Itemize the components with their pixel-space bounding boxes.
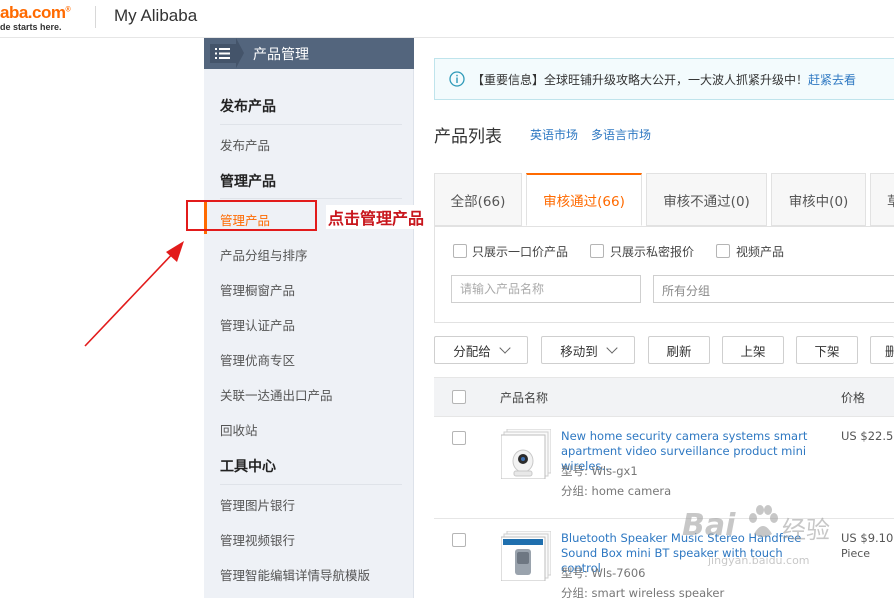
assign-to-button[interactable]: 分配给 (434, 336, 528, 364)
sidebar-item-premium-zone[interactable]: 管理优商专区 (220, 350, 295, 369)
header-arrow-shape (236, 38, 244, 68)
column-price[interactable]: 价格 (841, 389, 865, 406)
sidebar-item-showcase[interactable]: 管理橱窗产品 (220, 280, 295, 299)
header-divider (95, 6, 96, 28)
product-thumbnail-camera[interactable] (501, 429, 551, 479)
alibaba-logo[interactable]: aba.com® de starts here. (0, 3, 84, 33)
tab-draft[interactable]: 草 (870, 173, 894, 226)
product-group: 分组: home camera (561, 484, 672, 498)
watermark-cn: 经验 (782, 516, 830, 544)
delete-button[interactable]: 删 (870, 336, 894, 364)
product-price: US $22.50 (841, 429, 894, 443)
english-market-link[interactable]: 英语市场 (530, 126, 578, 143)
table-header: 产品名称 价格 (434, 377, 894, 417)
checkbox-private-quote[interactable] (590, 244, 604, 258)
column-product-name[interactable]: 产品名称 (500, 389, 548, 406)
multilang-market-link[interactable]: 多语言市场 (591, 126, 651, 143)
sidebar-item-export-link[interactable]: 关联一达通出口产品 (220, 385, 333, 404)
tab-rejected[interactable]: 审核不通过(0) (646, 173, 767, 226)
annotation-arrow-icon (84, 241, 184, 347)
checkbox-label: 只展示私密报价 (610, 245, 695, 259)
product-thumbnail-speaker[interactable] (501, 531, 551, 581)
paw-icon (749, 505, 778, 537)
product-model: 型号: Wls-7606 (561, 566, 646, 580)
off-shelf-button[interactable]: 下架 (796, 336, 858, 364)
move-to-button[interactable]: 移动到 (541, 336, 635, 364)
sidebar-item-video-bank[interactable]: 管理视频银行 (220, 530, 295, 549)
move-label: 移动到 (560, 343, 598, 359)
group-select[interactable]: 所有分组 (653, 275, 894, 303)
logo-tagline: de starts here. (0, 22, 62, 32)
price-unit: Piece (841, 547, 871, 560)
sidebar-item-certified[interactable]: 管理认证产品 (220, 315, 295, 334)
tab-all[interactable]: 全部(66) (434, 173, 522, 226)
product-name-input[interactable] (451, 275, 641, 303)
assign-label: 分配给 (453, 343, 491, 359)
sidebar-item-image-bank[interactable]: 管理图片银行 (220, 495, 295, 514)
page-title[interactable]: My Alibaba (114, 6, 197, 26)
tab-pending[interactable]: 审核中(0) (771, 173, 866, 226)
section-tools-title: 工具中心 (220, 459, 276, 475)
baidu-watermark: Bai 经验 jingyan.baidu.com (668, 500, 838, 580)
sidebar-item-recycle-bin[interactable]: 回收站 (220, 420, 258, 439)
notice-link[interactable]: 赶紧去看 (808, 73, 856, 87)
sidebar-item-group-sort[interactable]: 产品分组与排序 (220, 245, 308, 264)
tab-approved[interactable]: 审核通过(66) (526, 173, 642, 226)
top-header: aba.com® de starts here. My Alibaba (0, 0, 894, 38)
row-checkbox[interactable] (452, 431, 466, 445)
sidebar-header[interactable]: 产品管理 (204, 38, 414, 69)
chevron-down-icon (606, 341, 618, 354)
sidebar: 产品管理 发布产品 发布产品 管理产品 管理产品 产品分组与排序 管理橱窗产品 … (204, 38, 414, 598)
select-all-checkbox[interactable] (452, 390, 466, 404)
info-icon (449, 71, 465, 87)
notice-message: 【重要信息】全球旺铺升级攻略大公开，一大波人抓紧升级中！ (472, 73, 809, 87)
product-price: US $9.10 (841, 531, 894, 545)
annotation-highlight-box (186, 200, 317, 231)
product-list-title: 产品列表 (434, 127, 502, 147)
chevron-down-icon (499, 341, 511, 354)
notice-banner: 【重要信息】全球旺铺升级攻略大公开，一大波人抓紧升级中！赶紧去看 (434, 58, 894, 100)
product-group: 分组: smart wireless speaker (561, 586, 725, 598)
product-model: 型号: Wls-gx1 (561, 464, 638, 478)
refresh-button[interactable]: 刷新 (648, 336, 710, 364)
watermark-url: jingyan.baidu.com (708, 554, 810, 567)
checkbox-video-product[interactable] (716, 244, 730, 258)
logo-text: aba (0, 3, 28, 22)
divider (220, 124, 402, 125)
sidebar-header-label: 产品管理 (253, 47, 309, 63)
sidebar-item-publish-product[interactable]: 发布产品 (220, 135, 270, 154)
row-checkbox[interactable] (452, 533, 466, 547)
section-manage-title: 管理产品 (220, 174, 276, 190)
checkbox-label: 视频产品 (736, 245, 785, 259)
divider (220, 198, 402, 199)
logo-dotcom: .com (27, 3, 66, 22)
checkbox-label: 只展示一口价产品 (472, 245, 569, 259)
section-publish-title: 发布产品 (220, 99, 276, 115)
menu-icon[interactable] (210, 44, 236, 63)
on-shelf-button[interactable]: 上架 (722, 336, 784, 364)
filter-panel: 只展示一口价产品 只展示私密报价 视频产品 所有分组 (434, 226, 894, 323)
checkbox-fixed-price[interactable] (453, 244, 467, 258)
sidebar-item-nav-template[interactable]: 管理智能编辑详情导航模版 (220, 565, 370, 584)
annotation-text: 点击管理产品 (326, 205, 427, 229)
watermark-brand: Bai (682, 508, 736, 543)
divider (220, 484, 402, 485)
